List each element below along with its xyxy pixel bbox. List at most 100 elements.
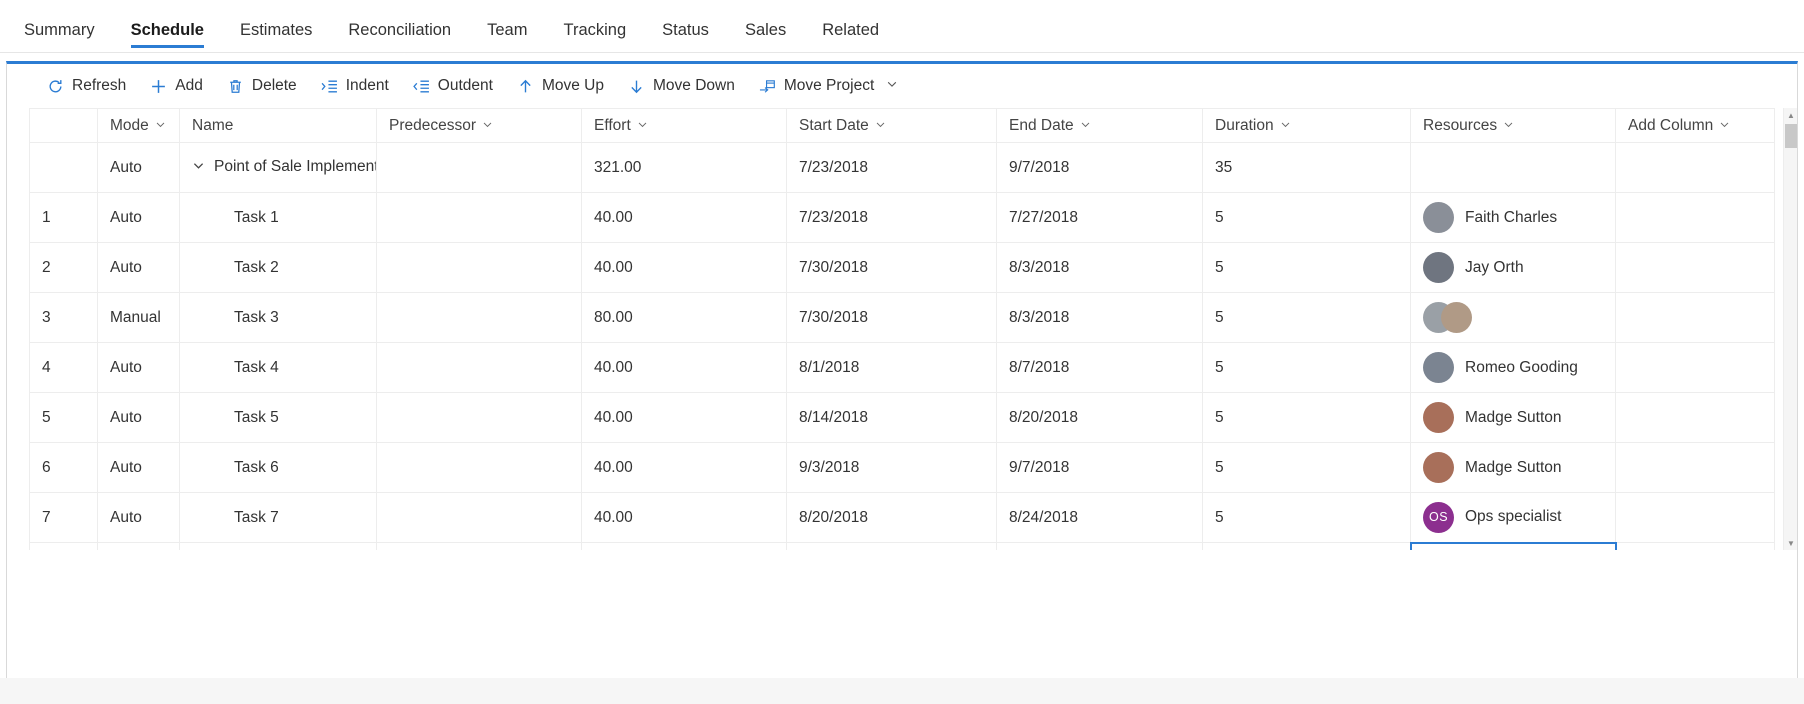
resources-cell[interactable]: OS Ops specialist (1410, 492, 1616, 543)
move-down-button[interactable]: Move Down (616, 71, 747, 101)
name-cell[interactable]: Task 6 (179, 442, 377, 493)
end-date-cell[interactable]: 8/3/2018 (996, 542, 1203, 550)
duration-cell[interactable]: 5 (1202, 342, 1411, 393)
duration-cell[interactable]: 5 (1202, 392, 1411, 443)
end-date-cell[interactable]: 8/3/2018 (996, 242, 1203, 293)
resources-cell[interactable]: Faith Charles (1410, 192, 1616, 243)
name-cell[interactable]: Task 1 (179, 192, 377, 243)
name-cell[interactable]: Task 4 (179, 342, 377, 393)
column-header-resources[interactable]: Resources (1410, 108, 1616, 143)
start-date-cell[interactable]: 9/3/2018 (786, 442, 997, 493)
scroll-down-icon[interactable]: ▼ (1784, 536, 1798, 550)
column-header-effort[interactable]: Effort (581, 108, 787, 143)
end-date-cell[interactable]: 7/27/2018 (996, 192, 1203, 243)
effort-cell[interactable]: 40.00 (581, 492, 787, 543)
chevron-down-icon[interactable] (1503, 119, 1514, 133)
chevron-down-icon[interactable] (886, 77, 898, 95)
move-up-button[interactable]: Move Up (505, 71, 616, 101)
predecessor-cell[interactable] (376, 342, 582, 393)
name-cell[interactable]: Task 7 (179, 492, 377, 543)
column-header-content[interactable]: Start Date (799, 117, 886, 135)
name-cell[interactable]: Task 2 (179, 242, 377, 293)
mode-cell[interactable]: Auto (97, 542, 180, 550)
predecessor-cell[interactable] (376, 142, 582, 193)
tab-summary[interactable]: Summary (6, 21, 113, 53)
start-date-cell[interactable]: 8/20/2018 (786, 492, 997, 543)
tab-sales[interactable]: Sales (727, 21, 804, 53)
column-header-duration[interactable]: Duration (1202, 108, 1411, 143)
mode-cell[interactable]: Auto (97, 492, 180, 543)
column-header-content[interactable]: Resources (1423, 117, 1514, 135)
column-header-content[interactable]: Duration (1215, 117, 1291, 135)
table-row[interactable]: 4 Auto Task 4 40.00 8/1/2018 8/7/2018 5 Romeo G… (29, 342, 1775, 393)
table-row[interactable]: 1 Auto Task 1 40.00 7/23/2018 7/27/2018 5 Faith… (29, 192, 1775, 243)
chevron-down-icon[interactable] (192, 159, 206, 175)
effort-cell[interactable]: 40.00 (581, 442, 787, 493)
end-date-cell[interactable]: 8/7/2018 (996, 342, 1203, 393)
resources-cell[interactable]: Christie Dawson (1409, 541, 1617, 550)
mode-cell[interactable]: Auto (97, 392, 180, 443)
table-row[interactable]: 6 Auto Task 6 40.00 9/3/2018 9/7/2018 5 Madge S… (29, 442, 1775, 493)
schedule-grid-scroll-region[interactable]: Mode Name Predecessor Effort Start Date End D… (29, 108, 1783, 550)
end-date-cell[interactable]: 9/7/2018 (996, 142, 1203, 193)
scroll-up-icon[interactable]: ▲ (1784, 108, 1798, 122)
end-date-cell[interactable]: 8/20/2018 (996, 392, 1203, 443)
mode-cell[interactable]: Auto (97, 192, 180, 243)
resources-cell[interactable] (1410, 292, 1616, 343)
name-cell[interactable]: Task 8 (179, 542, 377, 550)
resources-cell[interactable]: Jay Orth (1410, 242, 1616, 293)
end-date-cell[interactable]: 9/7/2018 (996, 442, 1203, 493)
duration-cell[interactable]: 5 (1202, 542, 1411, 550)
effort-cell[interactable]: 40.00 (581, 342, 787, 393)
predecessor-cell[interactable] (376, 492, 582, 543)
chevron-down-icon[interactable] (1280, 119, 1291, 133)
tab-schedule[interactable]: Schedule (113, 21, 222, 53)
table-row[interactable]: Auto Point of Sale Implementat 321.00 7/23/… (29, 142, 1775, 193)
mode-cell[interactable]: Manual (97, 292, 180, 343)
name-cell[interactable]: Task 3 (179, 292, 377, 343)
tab-status[interactable]: Status (644, 21, 727, 53)
tab-tracking[interactable]: Tracking (545, 21, 644, 53)
refresh-button[interactable]: Refresh (35, 71, 138, 101)
predecessor-cell[interactable] (376, 442, 582, 493)
mode-cell[interactable]: Auto (97, 342, 180, 393)
chevron-down-icon[interactable] (875, 119, 886, 133)
column-header-start-date[interactable]: Start Date (786, 108, 997, 143)
table-row[interactable]: 2 Auto Task 2 40.00 7/30/2018 8/3/2018 5 Jay Or… (29, 242, 1775, 293)
duration-cell[interactable]: 5 (1202, 292, 1411, 343)
outdent-button[interactable]: Outdent (401, 71, 505, 101)
effort-cell[interactable]: 321.00 (581, 142, 787, 193)
column-header-content[interactable]: Predecessor (389, 117, 493, 135)
mode-cell[interactable]: Auto (97, 442, 180, 493)
indent-button[interactable]: Indent (309, 71, 401, 101)
mode-cell[interactable]: Auto (97, 142, 180, 193)
mode-cell[interactable]: Auto (97, 242, 180, 293)
tab-reconciliation[interactable]: Reconciliation (330, 21, 469, 53)
column-header-add-column[interactable]: Add Column (1615, 108, 1775, 143)
tab-related[interactable]: Related (804, 21, 897, 53)
table-row[interactable]: 7 Auto Task 7 40.00 8/20/2018 8/24/2018 5 OS Ops… (29, 492, 1775, 543)
duration-cell[interactable]: 5 (1202, 242, 1411, 293)
column-header-content[interactable]: End Date (1009, 117, 1091, 135)
predecessor-cell[interactable] (376, 392, 582, 443)
predecessor-cell[interactable] (376, 542, 582, 550)
tab-team[interactable]: Team (469, 21, 545, 53)
table-row[interactable]: 5 Auto Task 5 40.00 8/14/2018 8/20/2018 5 Madge… (29, 392, 1775, 443)
start-date-cell[interactable]: 7/30/2018 (786, 292, 997, 343)
end-date-cell[interactable]: 8/24/2018 (996, 492, 1203, 543)
scrollbar-thumb[interactable] (1785, 124, 1797, 148)
table-row[interactable]: 3 Manual Task 3 80.00 7/30/2018 8/3/2018 5 (29, 292, 1775, 343)
start-date-cell[interactable]: 8/14/2018 (786, 392, 997, 443)
resources-cell[interactable]: Madge Sutton (1410, 442, 1616, 493)
resources-cell[interactable] (1410, 142, 1616, 193)
column-header-predecessor[interactable]: Predecessor (376, 108, 582, 143)
start-date-cell[interactable]: 7/23/2018 (786, 142, 997, 193)
chevron-down-icon[interactable] (1080, 119, 1091, 133)
predecessor-cell[interactable] (376, 192, 582, 243)
column-header-name[interactable]: Name (179, 108, 377, 143)
duration-cell[interactable]: 5 (1202, 492, 1411, 543)
start-date-cell[interactable]: 7/23/2018 (786, 192, 997, 243)
column-header-end-date[interactable]: End Date (996, 108, 1203, 143)
effort-cell[interactable]: 80.00 (581, 292, 787, 343)
tab-estimates[interactable]: Estimates (222, 21, 330, 53)
